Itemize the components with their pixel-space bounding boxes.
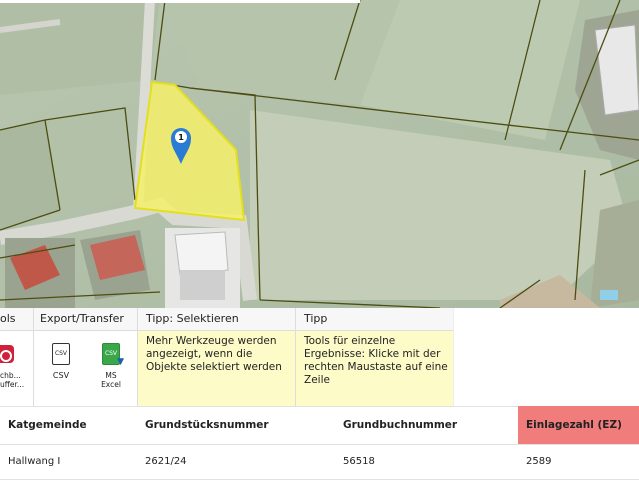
excel-label-2: Excel xyxy=(101,380,121,389)
tip-rows-text: Tools für einzelne Ergebnisse: Klicke mi… xyxy=(296,331,453,406)
column-header-katgemeinde[interactable]: Katgemeinde xyxy=(0,406,137,444)
cell-einlagezahl: 2589 xyxy=(526,456,552,467)
tip-rows-section: Tipp Tools für einzelne Ergebnisse: Klic… xyxy=(296,308,453,406)
excel-file-icon: CSV ▼ xyxy=(102,343,124,367)
top-overlay-edge xyxy=(0,0,360,3)
field-west-2 xyxy=(45,108,135,210)
ribbon-toolbar: ols chb... uffer... Export/Transfer CSV … xyxy=(0,308,639,406)
buffer-tool-icon xyxy=(0,345,14,363)
column-header-grundstuecksnummer[interactable]: Grundstücksnummer xyxy=(137,406,335,444)
column-header-einlagezahl[interactable]: Einlagezahl (EZ) xyxy=(518,406,639,444)
tools-section-label: ols xyxy=(0,308,33,331)
csv-file-icon: CSV xyxy=(52,343,70,365)
excel-icon-text: CSV xyxy=(104,350,118,357)
tip-rows-title: Tipp xyxy=(296,308,453,331)
export-section-label: Export/Transfer xyxy=(34,308,137,331)
csv-icon-text: CSV xyxy=(54,350,68,357)
tip-select-text: Mehr Werkzeuge werden angezeigt, wenn di… xyxy=(138,331,295,406)
cell-katgemeinde: Hallwang I xyxy=(8,456,61,467)
buffer-tool-label-2: uffer... xyxy=(0,380,25,389)
excel-label-1: MS xyxy=(105,371,117,380)
csv-export-button[interactable]: CSV CSV xyxy=(44,343,78,380)
export-section: Export/Transfer CSV CSV CSV ▼ MS Excel xyxy=(34,308,137,406)
map-canvas[interactable]: 1 xyxy=(0,0,639,308)
cell-grundstuecksnummer: 2621/24 xyxy=(145,456,187,467)
marker-number: 1 xyxy=(178,133,184,142)
excel-export-button[interactable]: CSV ▼ MS Excel xyxy=(94,343,128,389)
tools-section: ols chb... uffer... xyxy=(0,308,33,406)
buffer-tool[interactable]: chb... uffer... xyxy=(0,345,28,389)
results-table: Katgemeinde Grundstücksnummer Grundbuchn… xyxy=(0,406,639,480)
csv-label: CSV xyxy=(52,371,70,380)
cell-grundbuchnummer: 56518 xyxy=(343,456,375,467)
map-view[interactable]: 1 xyxy=(0,0,639,308)
tip-select-title: Tipp: Selektieren xyxy=(138,308,295,331)
field-northwest xyxy=(0,0,160,95)
download-arrow-icon: ▼ xyxy=(117,357,124,367)
column-header-grundbuchnummer[interactable]: Grundbuchnummer xyxy=(335,406,518,444)
buffer-tool-label-1: chb... xyxy=(0,371,21,380)
tip-select-section: Tipp: Selektieren Mehr Werkzeuge werden … xyxy=(138,308,295,406)
